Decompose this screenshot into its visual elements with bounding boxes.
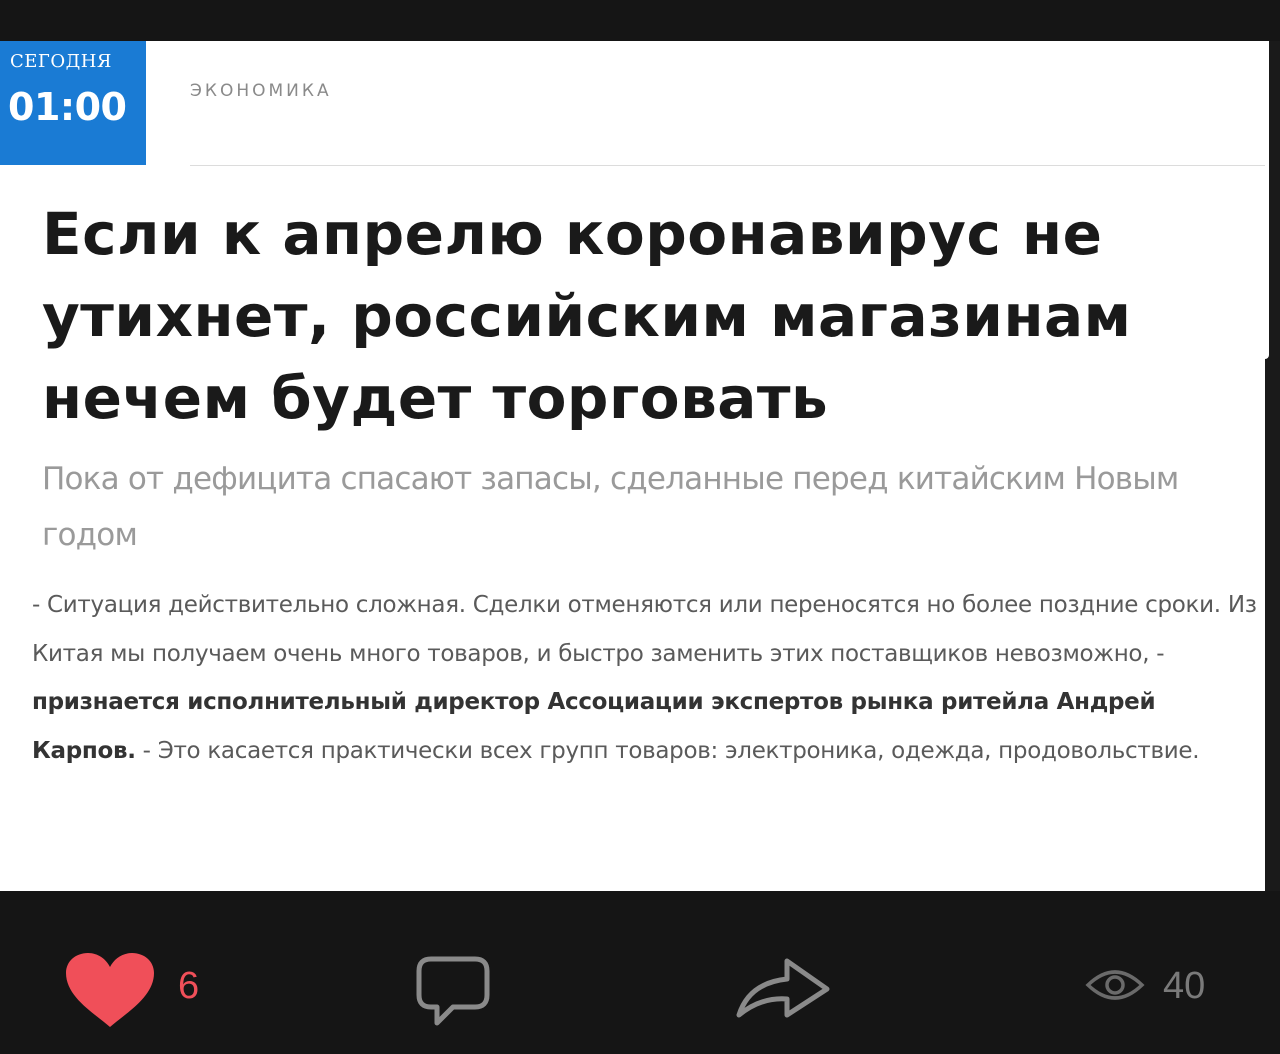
article-body: - Ситуация действительно сложная. Сделки… [32,581,1257,775]
comment-button[interactable] [413,951,493,1035]
like-count: 6 [178,965,200,1007]
article-body-text: - Ситуация действительно сложная. Сделки… [32,592,1257,667]
article-lead: Пока от дефицита спасают запасы, сделанн… [42,461,1179,553]
article-card: СЕГОДНЯ 01:00 ЭКОНОМИКА Если к апрелю ко… [0,41,1265,891]
action-bar: 6 40 [0,891,1280,1054]
share-button[interactable] [735,953,835,1027]
article-body-text-end: - Это касается практически всех групп то… [135,737,1200,764]
share-icon [736,958,830,1018]
heart-icon [66,953,154,1027]
header-divider [190,165,1265,166]
date-badge-label: СЕГОДНЯ [10,51,112,72]
category-link[interactable]: ЭКОНОМИКА [190,81,332,101]
article-headline: Если к апрелю коронавирус не утихнет, ро… [42,200,1132,432]
comment-icon [416,956,490,1026]
scroll-edge [1265,41,1280,891]
date-badge: СЕГОДНЯ 01:00 [0,41,146,165]
eye-icon [1085,970,1145,1000]
like-button[interactable]: 6 [64,951,264,1031]
date-badge-time: 01:00 [8,85,127,129]
top-bar [0,0,1280,41]
views-counter: 40 [1085,961,1265,1021]
scroll-edge-shadow [1265,41,1269,359]
views-count: 40 [1163,965,1206,1007]
